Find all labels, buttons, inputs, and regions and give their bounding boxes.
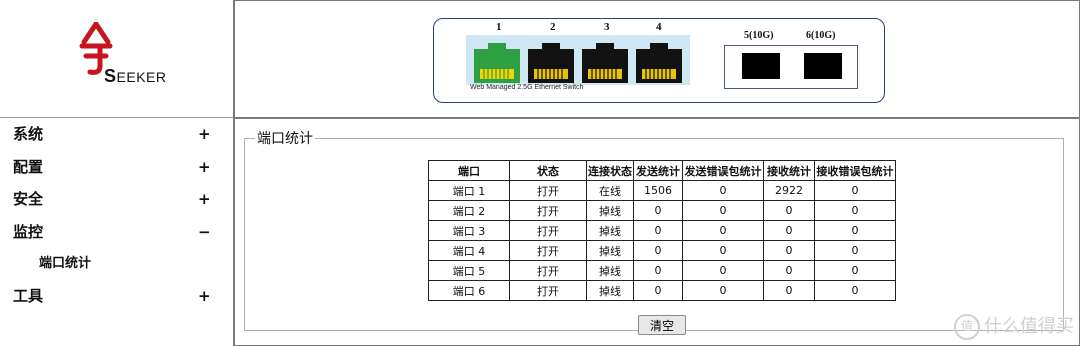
- switch-header: 1 2 3 4 Web Managed 2.5G Ethernet Switch…: [235, 0, 1080, 119]
- port-cell: 端口 1: [428, 180, 510, 201]
- ethernet-port-1-icon[interactable]: [472, 41, 522, 85]
- watermark-text: 什么值得买: [984, 316, 1074, 337]
- tx-cell: 1506: [633, 180, 683, 201]
- port-stats-table: 端口 状态 连接状态 发送统计 发送错误包统计 接收统计 接收错误包统计 端口 …: [428, 160, 896, 301]
- tx-errors-cell: 0: [682, 200, 764, 221]
- table-header-row: 端口 状态 连接状态 发送统计 发送错误包统计 接收统计 接收错误包统计: [428, 160, 896, 181]
- column-header-rx-errors: 接收错误包统计: [814, 160, 896, 181]
- switch-model-caption: Web Managed 2.5G Ethernet Switch: [470, 84, 584, 91]
- rx-errors-cell: 0: [814, 200, 896, 221]
- rx-errors-cell: 0: [814, 180, 896, 201]
- link-cell: 在线: [586, 180, 634, 201]
- port-number-1: 1: [496, 21, 502, 33]
- rx-cell: 0: [763, 240, 815, 261]
- sidebar: SEEKER 系统 + 配置 + 安全 + 监控 − 端口统计 工具 +: [0, 0, 235, 346]
- sidebar-item-security[interactable]: 安全 +: [0, 183, 233, 216]
- ethernet-port-3-icon[interactable]: [580, 41, 630, 85]
- status-cell: 打开: [509, 260, 587, 281]
- link-cell: 掉线: [586, 200, 634, 221]
- tx-errors-cell: 0: [682, 260, 764, 281]
- expand-icon[interactable]: +: [198, 151, 211, 183]
- table-row: 端口 3 打开 掉线 0 0 0 0: [428, 220, 896, 241]
- ethernet-port-4-icon[interactable]: [634, 41, 684, 85]
- rx-cell: 0: [763, 260, 815, 281]
- port-cell: 端口 3: [428, 220, 510, 241]
- port-stats-fieldset: 端口统计 端口 状态 连接状态 发送统计 发送错误包统计 接收统计 接收错误包统…: [244, 128, 1064, 335]
- port-number-3: 3: [604, 21, 610, 33]
- sidebar-item-monitor[interactable]: 监控 −: [0, 216, 233, 249]
- link-cell: 掉线: [586, 280, 634, 301]
- rx-cell: 2922: [763, 180, 815, 201]
- tx-cell: 0: [633, 240, 683, 261]
- sidebar-item-config[interactable]: 配置 +: [0, 151, 233, 184]
- table-row: 端口 1 打开 在线 1506 0 2922 0: [428, 180, 896, 201]
- tx-cell: 0: [633, 280, 683, 301]
- tx-cell: 0: [633, 200, 683, 221]
- ethernet-port-2-icon[interactable]: [526, 41, 576, 85]
- sfp-port-5-label: 5(10G): [744, 30, 774, 41]
- link-cell: 掉线: [586, 240, 634, 261]
- column-header-rx: 接收统计: [763, 160, 815, 181]
- sidebar-item-tools[interactable]: 工具 +: [0, 280, 233, 313]
- port-number-4: 4: [656, 21, 662, 33]
- sidebar-item-label: 配置: [13, 157, 44, 176]
- column-header-status: 状态: [509, 160, 587, 181]
- tx-errors-cell: 0: [682, 180, 764, 201]
- column-header-tx-errors: 发送错误包统计: [682, 160, 764, 181]
- port-cell: 端口 4: [428, 240, 510, 261]
- link-cell: 掉线: [586, 220, 634, 241]
- rx-errors-cell: 0: [814, 220, 896, 241]
- expand-icon[interactable]: +: [198, 183, 211, 215]
- table-row: 端口 6 打开 掉线 0 0 0 0: [428, 280, 896, 301]
- column-header-link: 连接状态: [586, 160, 634, 181]
- sfp-port-6-label: 6(10G): [806, 30, 836, 41]
- status-cell: 打开: [509, 200, 587, 221]
- clear-button[interactable]: 清空: [638, 315, 686, 335]
- status-cell: 打开: [509, 280, 587, 301]
- tx-cell: 0: [633, 260, 683, 281]
- status-cell: 打开: [509, 240, 587, 261]
- sidebar-item-label: 系统: [13, 125, 44, 143]
- watermark: 值什么值得买: [954, 312, 1074, 340]
- sidebar-item-label: 工具: [13, 287, 44, 305]
- port-stats-legend: 端口统计: [257, 131, 313, 147]
- port-number-2: 2: [550, 21, 556, 33]
- rx-errors-cell: 0: [814, 240, 896, 261]
- tx-errors-cell: 0: [682, 240, 764, 261]
- table-row: 端口 2 打开 掉线 0 0 0 0: [428, 200, 896, 221]
- port-cell: 端口 2: [428, 200, 510, 221]
- port-cell: 端口 5: [428, 260, 510, 281]
- switch-panel: 1 2 3 4 Web Managed 2.5G Ethernet Switch…: [433, 18, 885, 103]
- sidebar-menu: 系统 + 配置 + 安全 + 监控 − 端口统计 工具 +: [0, 118, 233, 313]
- table-row: 端口 5 打开 掉线 0 0 0 0: [428, 260, 896, 281]
- tx-errors-cell: 0: [682, 220, 764, 241]
- watermark-logo-icon: 值: [954, 314, 980, 340]
- link-cell: 掉线: [586, 260, 634, 281]
- logo-text: SEEKER: [104, 66, 167, 86]
- status-cell: 打开: [509, 220, 587, 241]
- rx-errors-cell: 0: [814, 280, 896, 301]
- expand-icon[interactable]: +: [198, 280, 211, 312]
- status-cell: 打开: [509, 180, 587, 201]
- column-header-port: 端口: [428, 160, 510, 181]
- tx-cell: 0: [633, 220, 683, 241]
- port-cell: 端口 6: [428, 280, 510, 301]
- column-header-tx: 发送统计: [633, 160, 683, 181]
- sfp-port-5-icon[interactable]: [742, 53, 780, 79]
- sidebar-item-label: 监控: [13, 222, 44, 241]
- sidebar-subitem-port-stats[interactable]: 端口统计: [0, 248, 233, 280]
- tx-errors-cell: 0: [682, 280, 764, 301]
- sidebar-item-system[interactable]: 系统 +: [0, 118, 233, 151]
- collapse-icon[interactable]: −: [198, 216, 211, 248]
- rx-cell: 0: [763, 220, 815, 241]
- rx-cell: 0: [763, 280, 815, 301]
- rx-errors-cell: 0: [814, 260, 896, 281]
- expand-icon[interactable]: +: [198, 118, 211, 150]
- logo: SEEKER: [76, 22, 176, 92]
- sfp-port-6-icon[interactable]: [804, 53, 842, 79]
- rx-cell: 0: [763, 200, 815, 221]
- sidebar-item-label: 安全: [13, 190, 44, 208]
- table-row: 端口 4 打开 掉线 0 0 0 0: [428, 240, 896, 261]
